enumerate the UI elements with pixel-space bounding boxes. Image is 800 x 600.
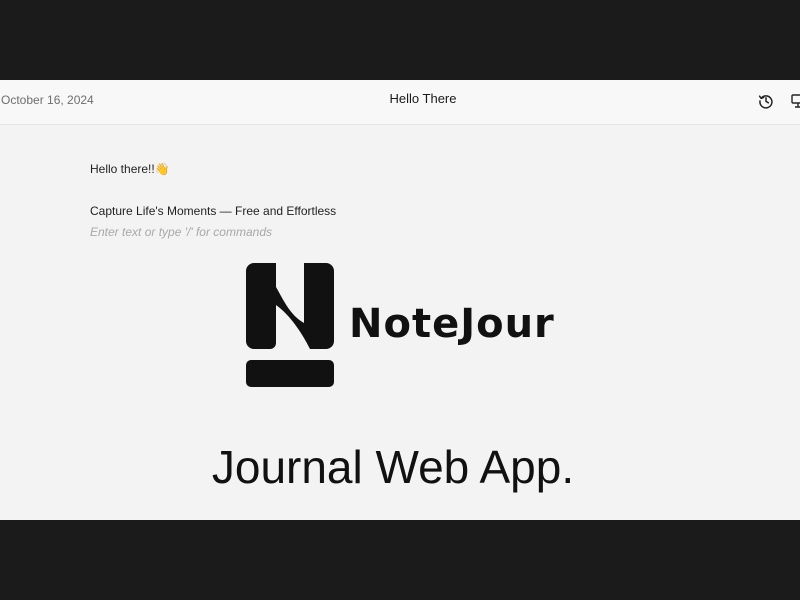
tagline-text[interactable]: Capture Life's Moments — Free and Effort… — [90, 204, 336, 218]
app-subtitle: Journal Web App. — [211, 441, 575, 493]
notejour-logo-icon — [246, 263, 334, 387]
history-button[interactable] — [756, 91, 776, 111]
top-bar: October 16, 2024 Hello There — [0, 80, 800, 125]
share-icon — [791, 94, 800, 108]
greeting-text[interactable]: Hello there!!👋 — [90, 162, 170, 176]
share-button[interactable] — [788, 91, 800, 111]
brand-name: NoteJour — [349, 301, 555, 347]
editor-placeholder[interactable]: Enter text or type '/' for commands — [90, 225, 272, 239]
history-icon — [758, 95, 773, 109]
page-title[interactable]: Hello There — [0, 91, 800, 106]
app-window: October 16, 2024 Hello There Hello there… — [0, 80, 800, 520]
